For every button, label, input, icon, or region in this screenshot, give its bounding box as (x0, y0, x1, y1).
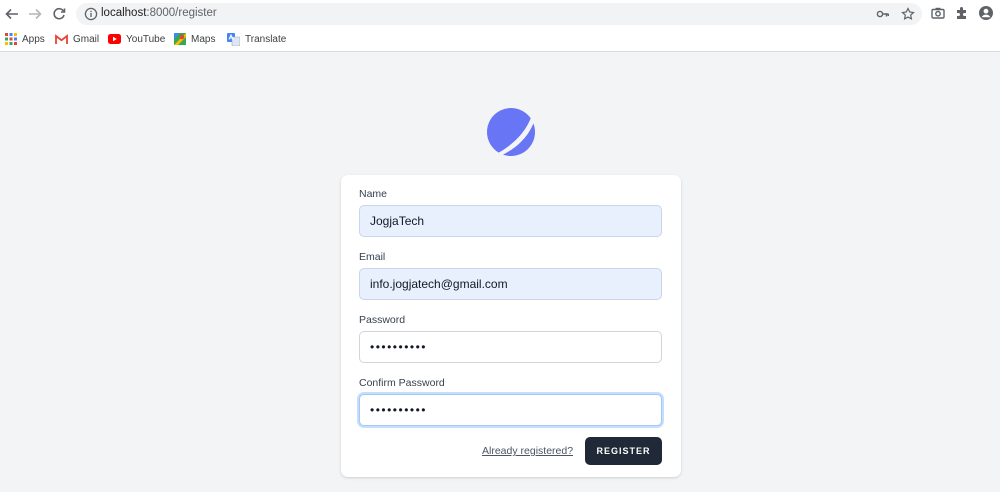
bookmark-label: Gmail (73, 33, 100, 45)
star-icon[interactable] (901, 7, 915, 21)
password-input[interactable]: •••••••••• (359, 331, 662, 363)
bookmarks-bar: Apps Gmail YouTube Maps Translate (0, 28, 1000, 50)
email-value: info.jogjatech@gmail.com (370, 277, 508, 291)
password-value: •••••••••• (370, 340, 428, 354)
confirm-password-value: •••••••••• (370, 403, 428, 417)
camera-icon[interactable] (930, 5, 946, 21)
address-bar[interactable]: localhost:8000/register (76, 3, 922, 25)
email-input[interactable]: info.jogjatech@gmail.com (359, 268, 662, 300)
register-button[interactable]: REGISTER (585, 437, 662, 465)
arrow-right-icon (29, 8, 42, 20)
app-logo-icon (487, 108, 536, 156)
extensions-puzzle-icon[interactable] (954, 5, 970, 21)
browser-toolbar: localhost:8000/register (0, 0, 1000, 28)
bookmark-apps[interactable]: Apps (5, 31, 45, 47)
already-registered-link[interactable]: Already registered? (482, 445, 573, 457)
register-card: Name JogjaTech Email info.jogjatech@gmai… (341, 175, 681, 477)
name-value: JogjaTech (370, 214, 425, 228)
name-input[interactable]: JogjaTech (359, 205, 662, 237)
confirm-password-input[interactable]: •••••••••• (359, 394, 662, 426)
maps-icon (174, 33, 186, 45)
back-button[interactable] (2, 4, 22, 24)
email-label: Email (359, 251, 386, 263)
confirm-password-label: Confirm Password (359, 377, 445, 389)
bookmark-label: Translate (245, 33, 287, 45)
bookmark-maps[interactable]: Maps (174, 31, 215, 47)
url-host: localhost (101, 7, 147, 19)
bookmark-translate[interactable]: Translate (227, 31, 286, 47)
profile-avatar-icon[interactable] (978, 5, 994, 21)
key-icon[interactable] (876, 7, 890, 21)
browser-chrome: localhost:8000/register Apps Gmail YouTu… (0, 0, 1000, 52)
arrow-left-icon (5, 8, 18, 20)
bookmark-gmail[interactable]: Gmail (55, 31, 99, 47)
reload-icon (53, 7, 66, 20)
reload-button[interactable] (49, 4, 69, 24)
bookmark-label: Apps (22, 33, 45, 45)
name-label: Name (359, 188, 388, 200)
forward-button[interactable] (25, 4, 45, 24)
url-path: :8000/register (146, 7, 217, 19)
translate-icon (227, 32, 240, 46)
apps-grid-icon (5, 33, 17, 45)
bookmark-label: YouTube (126, 33, 166, 45)
url-text: localhost:8000/register (101, 7, 217, 19)
youtube-icon (108, 34, 121, 44)
password-label: Password (359, 314, 406, 326)
bookmark-label: Maps (191, 33, 216, 45)
bookmark-youtube[interactable]: YouTube (108, 31, 165, 47)
info-icon[interactable] (84, 7, 98, 21)
gmail-icon (55, 33, 68, 44)
